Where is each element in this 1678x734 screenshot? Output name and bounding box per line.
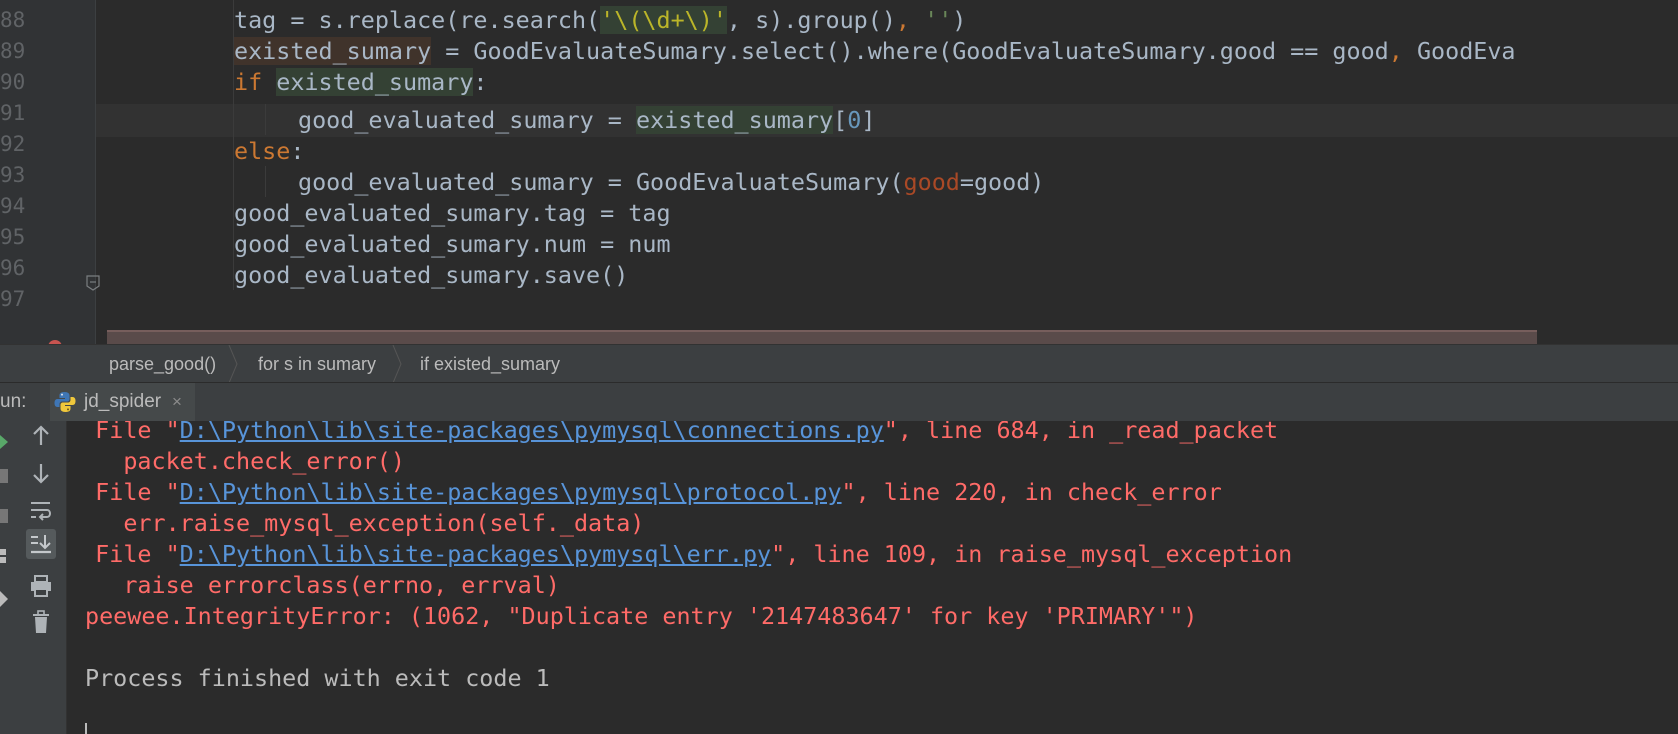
file-link[interactable]: D:\Python\lib\site-packages\pymysql\err.…: [180, 540, 771, 568]
line-number: 91: [0, 101, 26, 125]
python-icon: [54, 392, 76, 412]
file-link[interactable]: D:\Python\lib\site-packages\pymysql\prot…: [180, 478, 842, 506]
rerun-icon[interactable]: [0, 435, 8, 449]
run-toolbar: [0, 421, 67, 734]
run-label: un:: [0, 391, 27, 412]
code-line-95[interactable]: good_evaluated_sumary.num = num: [234, 228, 671, 261]
breadcrumb-item-function[interactable]: parse_good(): [109, 345, 216, 383]
line-number: 95: [0, 225, 26, 249]
line-number-gutter[interactable]: 88 89 90 91 92 93 94 95 96 97: [0, 0, 95, 344]
text-caret: [85, 723, 87, 734]
console-output[interactable]: File "D:\Python\lib\site-packages\pymysq…: [67, 421, 1678, 734]
code-line-94[interactable]: good_evaluated_sumary.tag = tag: [234, 197, 671, 230]
line-number: 89: [0, 39, 26, 63]
trash-icon[interactable]: [26, 607, 56, 637]
console-line: File "D:\Python\lib\site-packages\pymysq…: [67, 478, 1222, 506]
error-message-line: peewee.IntegrityError: (1062, "Duplicate…: [85, 602, 1198, 630]
fold-marker-icon[interactable]: [86, 275, 100, 291]
console-line: raise errorclass(errno, errval): [67, 571, 560, 599]
stop-icon[interactable]: [0, 469, 8, 483]
breadcrumb: parse_good() for s in sumary if existed_…: [0, 344, 1678, 383]
console-line: err.raise_mysql_exception(self._data): [67, 509, 645, 537]
down-arrow-icon[interactable]: [26, 458, 56, 488]
code-editor[interactable]: 88 89 90 91 92 93 94 95 96 97 tag = s.re…: [0, 0, 1678, 344]
code-line-96[interactable]: good_evaluated_sumary.save(): [234, 259, 628, 292]
layout-icon[interactable]: [0, 547, 8, 565]
breadcrumb-separator-icon: [392, 345, 402, 383]
code-line-93[interactable]: good_evaluated_sumary = GoodEvaluateSuma…: [298, 166, 1044, 199]
breadcrumb-separator-icon: [228, 345, 238, 383]
error-peek-bar: [107, 330, 1537, 344]
line-number: 96: [0, 256, 26, 280]
indent-guide: [265, 166, 266, 197]
process-exit-line: Process finished with exit code 1: [85, 664, 550, 692]
line-number: 94: [0, 194, 26, 218]
run-tool-window-header: un: jd_spider ×: [0, 382, 1678, 422]
code-line-90[interactable]: if existed_sumary:: [234, 66, 488, 99]
run-tab-jd-spider[interactable]: jd_spider ×: [50, 383, 195, 421]
console-line: File "D:\Python\lib\site-packages\pymysq…: [67, 421, 1278, 447]
line-number: 92: [0, 132, 26, 156]
pause-icon[interactable]: [0, 509, 8, 523]
line-number: 97: [0, 287, 26, 311]
code-line-92[interactable]: else:: [234, 135, 304, 168]
code-line-88[interactable]: tag = s.replace(re.search('\(\d+\)', s).…: [234, 4, 966, 37]
gutter-separator: [95, 0, 96, 344]
console-line: packet.check_error(): [67, 447, 405, 475]
line-number: 93: [0, 163, 26, 187]
line-number: 90: [0, 70, 26, 94]
breadcrumb-item-for-loop[interactable]: for s in sumary: [258, 345, 376, 383]
console-line: File "D:\Python\lib\site-packages\pymysq…: [67, 540, 1293, 568]
code-line-91[interactable]: good_evaluated_sumary = existed_sumary[0…: [298, 104, 875, 137]
breadcrumb-item-if-block[interactable]: if existed_sumary: [420, 345, 560, 383]
line-number: 88: [0, 8, 26, 32]
print-icon[interactable]: [26, 571, 56, 601]
file-link[interactable]: D:\Python\lib\site-packages\pymysql\conn…: [180, 421, 884, 444]
pin-icon[interactable]: [0, 591, 8, 607]
close-icon[interactable]: ×: [172, 383, 182, 421]
scroll-to-end-icon[interactable]: [26, 529, 56, 559]
indent-guide: [265, 104, 266, 135]
run-tab-label: jd_spider: [84, 391, 162, 412]
code-line-89[interactable]: existed_sumary = GoodEvaluateSumary.sele…: [234, 35, 1516, 68]
up-arrow-icon[interactable]: [26, 421, 56, 451]
soft-wrap-icon[interactable]: [26, 495, 56, 525]
